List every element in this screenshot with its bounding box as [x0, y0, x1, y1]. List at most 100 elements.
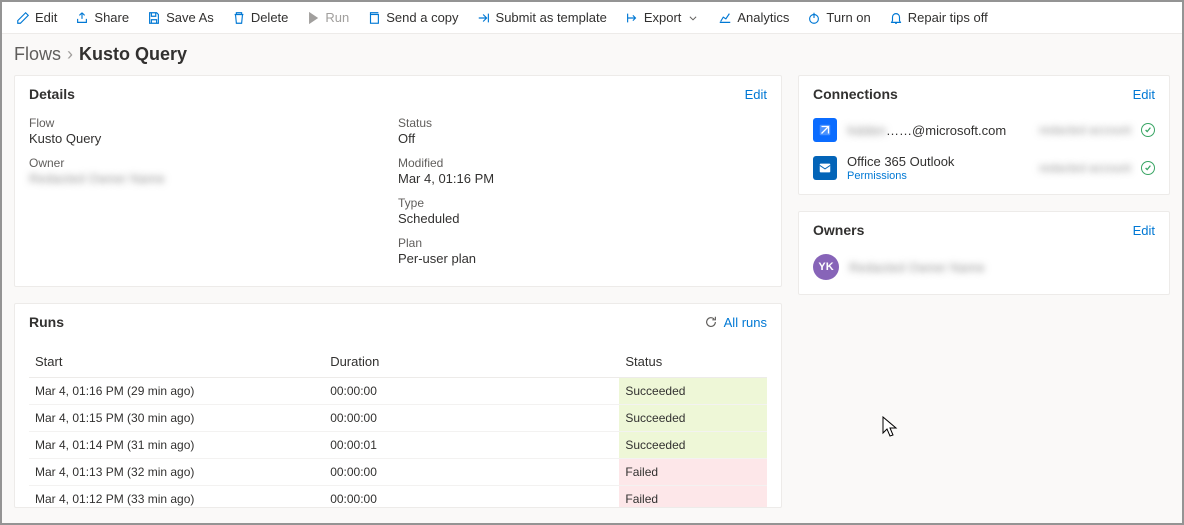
connection-row[interactable]: Office 365 OutlookPermissions redacted ac… — [799, 148, 1169, 188]
table-row[interactable]: Mar 4, 01:12 PM (33 min ago)00:00:00Fail… — [29, 486, 767, 509]
type-value: Scheduled — [398, 211, 767, 226]
run-start: Mar 4, 01:12 PM (33 min ago) — [29, 486, 324, 509]
connection-permissions-link[interactable]: Permissions — [847, 170, 1029, 182]
connection-name: Office 365 Outlook — [847, 154, 1029, 169]
status-ok-icon — [1141, 123, 1155, 137]
play-icon — [306, 11, 320, 25]
table-row[interactable]: Mar 4, 01:15 PM (30 min ago)00:00:00Succ… — [29, 405, 767, 432]
sendcopy-label: Send a copy — [386, 10, 458, 25]
run-status: Failed — [619, 459, 767, 486]
breadcrumb-root[interactable]: Flows — [14, 44, 61, 65]
export-label: Export — [644, 10, 682, 25]
chevron-down-icon — [686, 11, 700, 25]
chevron-right-icon: › — [67, 44, 73, 65]
analytics-label: Analytics — [737, 10, 789, 25]
connection-name: hidden……@microsoft.com — [847, 123, 1029, 138]
saveas-label: Save As — [166, 10, 214, 25]
run-status: Succeeded — [619, 405, 767, 432]
table-row[interactable]: Mar 4, 01:13 PM (32 min ago)00:00:00Fail… — [29, 459, 767, 486]
azure-data-explorer-icon — [813, 118, 837, 142]
sendcopy-button[interactable]: Send a copy — [359, 7, 466, 28]
export-button[interactable]: Export — [617, 7, 709, 28]
export-icon — [625, 11, 639, 25]
run-start: Mar 4, 01:14 PM (31 min ago) — [29, 432, 324, 459]
details-title: Details — [29, 86, 75, 102]
pencil-icon — [16, 11, 30, 25]
type-label: Type — [398, 196, 767, 210]
connections-card: Connections Edit hidden……@microsoft.com r… — [798, 75, 1170, 195]
run-start: Mar 4, 01:15 PM (30 min ago) — [29, 405, 324, 432]
analytics-button[interactable]: Analytics — [710, 7, 797, 28]
table-row[interactable]: Mar 4, 01:14 PM (31 min ago)00:00:01Succ… — [29, 432, 767, 459]
details-card: Details Edit Flow Kusto Query Owner Reda… — [14, 75, 782, 287]
edit-button[interactable]: Edit — [8, 7, 65, 28]
modified-label: Modified — [398, 156, 767, 170]
run-status: Failed — [619, 486, 767, 509]
run-duration: 00:00:00 — [324, 378, 619, 405]
command-bar: Edit Share Save As Delete Run Send a cop… — [2, 2, 1182, 34]
run-start: Mar 4, 01:16 PM (29 min ago) — [29, 378, 324, 405]
bell-icon — [889, 11, 903, 25]
submit-template-button[interactable]: Submit as template — [469, 7, 615, 28]
share-button[interactable]: Share — [67, 7, 137, 28]
owners-title: Owners — [813, 222, 864, 238]
refresh-icon — [704, 315, 718, 329]
plan-value: Per-user plan — [398, 251, 767, 266]
modified-value: Mar 4, 01:16 PM — [398, 171, 767, 186]
col-start: Start — [29, 346, 324, 378]
power-icon — [807, 11, 821, 25]
trash-icon — [232, 11, 246, 25]
col-status: Status — [619, 346, 767, 378]
connections-title: Connections — [813, 86, 898, 102]
runs-title: Runs — [29, 314, 64, 330]
connection-account: redacted account — [1039, 123, 1131, 137]
run-duration: 00:00:00 — [324, 405, 619, 432]
runs-card: Runs All runs Start Duration Status Mar … — [14, 303, 782, 508]
plan-label: Plan — [398, 236, 767, 250]
run-button: Run — [298, 7, 357, 28]
details-edit-link[interactable]: Edit — [745, 87, 767, 102]
delete-button[interactable]: Delete — [224, 7, 297, 28]
owner-name: Redacted Owner Name — [849, 260, 985, 275]
save-icon — [147, 11, 161, 25]
run-status: Succeeded — [619, 432, 767, 459]
breadcrumb-current: Kusto Query — [79, 44, 187, 65]
saveas-button[interactable]: Save As — [139, 7, 222, 28]
analytics-icon — [718, 11, 732, 25]
status-value: Off — [398, 131, 767, 146]
runs-table: Start Duration Status Mar 4, 01:16 PM (2… — [29, 346, 767, 508]
submit-template-label: Submit as template — [496, 10, 607, 25]
all-runs-label: All runs — [724, 315, 767, 330]
owner-label: Owner — [29, 156, 398, 170]
repairtips-label: Repair tips off — [908, 10, 988, 25]
connection-row[interactable]: hidden……@microsoft.com redacted account — [799, 112, 1169, 148]
share-label: Share — [94, 10, 129, 25]
connections-edit-link[interactable]: Edit — [1133, 87, 1155, 102]
table-row[interactable]: Mar 4, 01:16 PM (29 min ago)00:00:00Succ… — [29, 378, 767, 405]
flow-label: Flow — [29, 116, 398, 130]
edit-label: Edit — [35, 10, 57, 25]
col-duration: Duration — [324, 346, 619, 378]
copy-icon — [367, 11, 381, 25]
run-duration: 00:00:00 — [324, 459, 619, 486]
owner-value: Redacted Owner Name — [29, 171, 398, 186]
submit-icon — [477, 11, 491, 25]
connection-account: redacted account — [1039, 161, 1131, 175]
run-start: Mar 4, 01:13 PM (32 min ago) — [29, 459, 324, 486]
delete-label: Delete — [251, 10, 289, 25]
owners-edit-link[interactable]: Edit — [1133, 223, 1155, 238]
turnon-button[interactable]: Turn on — [799, 7, 878, 28]
flow-value: Kusto Query — [29, 131, 398, 146]
status-ok-icon — [1141, 161, 1155, 175]
outlook-icon — [813, 156, 837, 180]
share-icon — [75, 11, 89, 25]
status-label: Status — [398, 116, 767, 130]
repairtips-button[interactable]: Repair tips off — [881, 7, 996, 28]
run-duration: 00:00:00 — [324, 486, 619, 509]
run-duration: 00:00:01 — [324, 432, 619, 459]
all-runs-link[interactable]: All runs — [704, 315, 767, 330]
run-status: Succeeded — [619, 378, 767, 405]
owner-avatar: YK — [813, 254, 839, 280]
owners-card: Owners Edit YK Redacted Owner Name — [798, 211, 1170, 295]
turnon-label: Turn on — [826, 10, 870, 25]
